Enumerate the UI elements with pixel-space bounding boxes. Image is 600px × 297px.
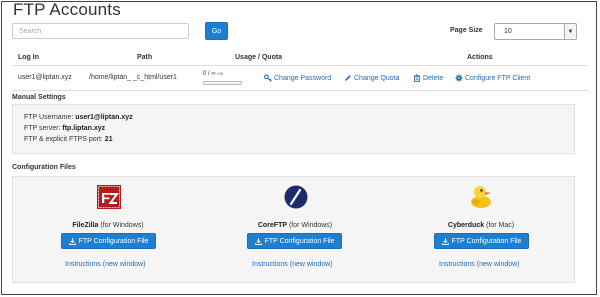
ftp-port-label: FTP & explicit FTPS port: — [24, 136, 103, 143]
ftp-username-label: FTP Username: — [24, 114, 74, 121]
search-input[interactable] — [12, 23, 189, 39]
page-size-value: 10 — [504, 28, 512, 35]
usage-value: 0 / ∞ — [203, 71, 216, 77]
change-password-link[interactable]: Change Password — [264, 74, 331, 82]
coreftp-name: CoreFTP — [257, 222, 288, 229]
change-quota-link[interactable]: Change Quota — [344, 74, 400, 82]
filezilla-name: FileZilla — [72, 222, 99, 229]
ftp-port-row: FTP & explicit FTPS port: 21 — [24, 136, 113, 143]
pencil-icon — [345, 75, 351, 81]
cyberduck-config-file-button[interactable]: FTP Configuration File — [434, 233, 529, 249]
ftp-username-row: FTP Username: user1@liptan.xyz — [24, 114, 133, 121]
configure-ftp-client-label: Configure FTP Client — [465, 74, 531, 82]
ftp-username-value: user1@liptan.xyz — [75, 114, 133, 121]
configuration-files-title: Configuration Files — [12, 164, 76, 171]
cyberduck-name: Cyberduck — [447, 222, 485, 229]
row-divider — [12, 90, 588, 91]
filezilla-client: FileZilla (for Windows) — [33, 214, 183, 232]
usage-bar — [203, 81, 242, 85]
page-size-label: Page Size — [450, 27, 483, 34]
page-size-select[interactable]: 10 ▼ — [494, 23, 577, 40]
filezilla-platform: (for Windows) — [100, 222, 144, 229]
column-header-actions: Actions — [467, 54, 493, 61]
filezilla-config-file-label: FTP Configuration File — [78, 237, 149, 245]
page-title: FTP Accounts — [13, 1, 121, 19]
chevron-down-icon: ▼ — [564, 24, 576, 39]
coreftp-instructions-link[interactable]: Instructions (new window) — [252, 261, 333, 268]
go-button[interactable]: Go — [205, 22, 228, 40]
trash-icon — [413, 74, 421, 82]
usage-unit: MB — [217, 71, 224, 76]
download-icon — [68, 237, 76, 245]
column-header-login[interactable]: Log In — [18, 54, 39, 61]
cyberduck-client: Cyberduck (for Mac) — [406, 214, 556, 232]
filezilla-instructions-link[interactable]: Instructions (new window) — [65, 261, 146, 268]
column-header-usage[interactable]: Usage / Quota — [235, 54, 282, 61]
login-cell: user1@liptan.xyz — [18, 74, 72, 81]
path-cell: /home/liptan_ _c_html/user1 — [89, 74, 177, 81]
ftp-server-value: ftp.liptan.xyz — [62, 125, 106, 132]
ftp-accounts-page: FTP Accounts Go Page Size 10 ▼ Log In Pa… — [1, 1, 597, 295]
coreftp-config-file-label: FTP Configuration File — [264, 237, 335, 245]
change-quota-label: Change Quota — [354, 74, 400, 82]
ftp-server-row: FTP server: ftp.liptan.xyz — [24, 125, 105, 132]
coreftp-logo-icon — [284, 185, 308, 209]
filezilla-config-file-button[interactable]: FTP Configuration File — [61, 233, 156, 249]
cyberduck-instructions-link[interactable]: Instructions (new window) — [439, 261, 520, 268]
configure-ftp-client-link[interactable]: Configure FTP Client — [455, 74, 530, 82]
usage-cell: 0 / ∞ MB — [203, 71, 223, 77]
change-password-label: Change Password — [274, 74, 332, 82]
coreftp-client: CoreFTP (for Windows) — [220, 214, 370, 232]
header-divider — [12, 65, 588, 66]
filezilla-logo-icon: F — [97, 185, 121, 209]
ftp-port-value: 21 — [104, 136, 113, 143]
manual-settings-title: Manual Settings — [12, 94, 66, 101]
cyberduck-logo-icon — [471, 186, 491, 208]
ftp-server-label: FTP server: — [24, 125, 61, 132]
coreftp-config-file-button[interactable]: FTP Configuration File — [247, 233, 342, 249]
svg-text:F: F — [101, 190, 110, 207]
key-icon — [264, 74, 272, 82]
download-icon — [254, 237, 262, 245]
column-header-path[interactable]: Path — [137, 54, 152, 61]
coreftp-platform: (for Windows) — [288, 222, 333, 229]
cyberduck-config-file-label: FTP Configuration File — [451, 237, 522, 245]
delete-label: Delete — [423, 74, 444, 82]
download-icon — [441, 237, 449, 245]
gear-icon — [455, 74, 463, 82]
delete-link[interactable]: Delete — [413, 74, 443, 82]
cyberduck-platform: (for Mac) — [486, 222, 515, 229]
